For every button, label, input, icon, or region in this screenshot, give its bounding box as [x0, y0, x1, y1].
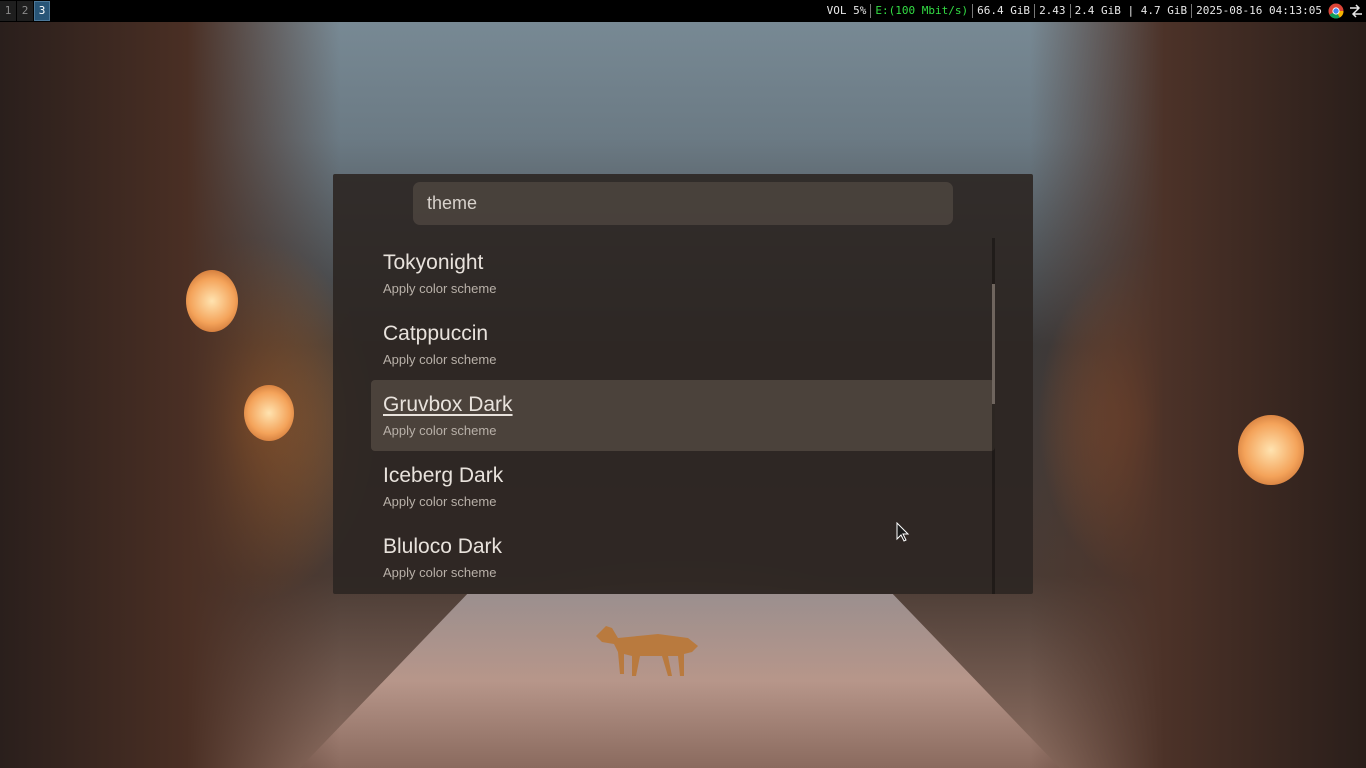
search-query[interactable]: theme	[427, 182, 477, 225]
workspace-2-button[interactable]: 2	[17, 1, 33, 21]
workspace-1-button[interactable]: 1	[0, 1, 16, 21]
result-title: Catppuccin	[383, 322, 489, 345]
search-input[interactable]: theme	[413, 182, 953, 225]
chrome-icon[interactable]	[1328, 3, 1344, 19]
wallpaper-deer	[596, 626, 698, 676]
disk-status: 66.4 GiB	[977, 4, 1031, 17]
volume-status[interactable]: VOL 5%	[823, 0, 871, 22]
result-title: Bluloco Dark	[383, 535, 503, 558]
result-item-catppuccin[interactable]: Catppuccin Apply color scheme	[371, 309, 995, 380]
result-item-tokyonight[interactable]: Tokyonight Apply color scheme	[371, 238, 995, 309]
ethernet-status: E:(100 Mbit/s)	[875, 4, 969, 17]
result-title: Gruvbox Dark	[383, 393, 513, 416]
wallpaper-lantern	[244, 385, 294, 441]
scrollbar-thumb[interactable]	[992, 284, 995, 404]
load-status: 2.43	[1039, 4, 1066, 17]
result-subtitle: Apply color scheme	[383, 352, 497, 367]
app-launcher: theme Tokyonight Apply color scheme Catp…	[333, 174, 1033, 594]
result-item-gruvbox-dark[interactable]: Gruvbox Dark Apply color scheme	[371, 380, 995, 451]
status-blocks: VOL 5% E:(100 Mbit/s) 66.4 GiB 2.43 2.4 …	[823, 0, 1366, 22]
workspace-3-button[interactable]: 3	[34, 1, 50, 21]
result-subtitle: Apply color scheme	[383, 423, 497, 438]
result-subtitle: Apply color scheme	[383, 281, 497, 296]
network-arrows-icon[interactable]	[1348, 3, 1364, 19]
result-item-iceberg-dark[interactable]: Iceberg Dark Apply color scheme	[371, 451, 995, 522]
clock: 2025-08-16 04:13:05	[1196, 4, 1322, 17]
wallpaper-left-buildings	[0, 22, 340, 768]
workspace-switcher: 1 2 3	[0, 0, 51, 22]
results-scrollbar[interactable]	[992, 238, 995, 594]
wallpaper-lantern	[1238, 415, 1304, 485]
mouse-cursor-icon	[896, 522, 910, 542]
result-title: Iceberg Dark	[383, 464, 504, 487]
result-subtitle: Apply color scheme	[383, 494, 497, 509]
result-subtitle: Apply color scheme	[383, 565, 497, 580]
result-title: Tokyonight	[383, 251, 484, 274]
status-bar: 1 2 3 VOL 5% E:(100 Mbit/s) 66.4 GiB 2.4…	[0, 0, 1366, 22]
wallpaper-lantern	[186, 270, 238, 332]
wallpaper-right-buildings	[1030, 22, 1366, 768]
memory-status: 2.4 GiB | 4.7 GiB	[1074, 4, 1188, 17]
